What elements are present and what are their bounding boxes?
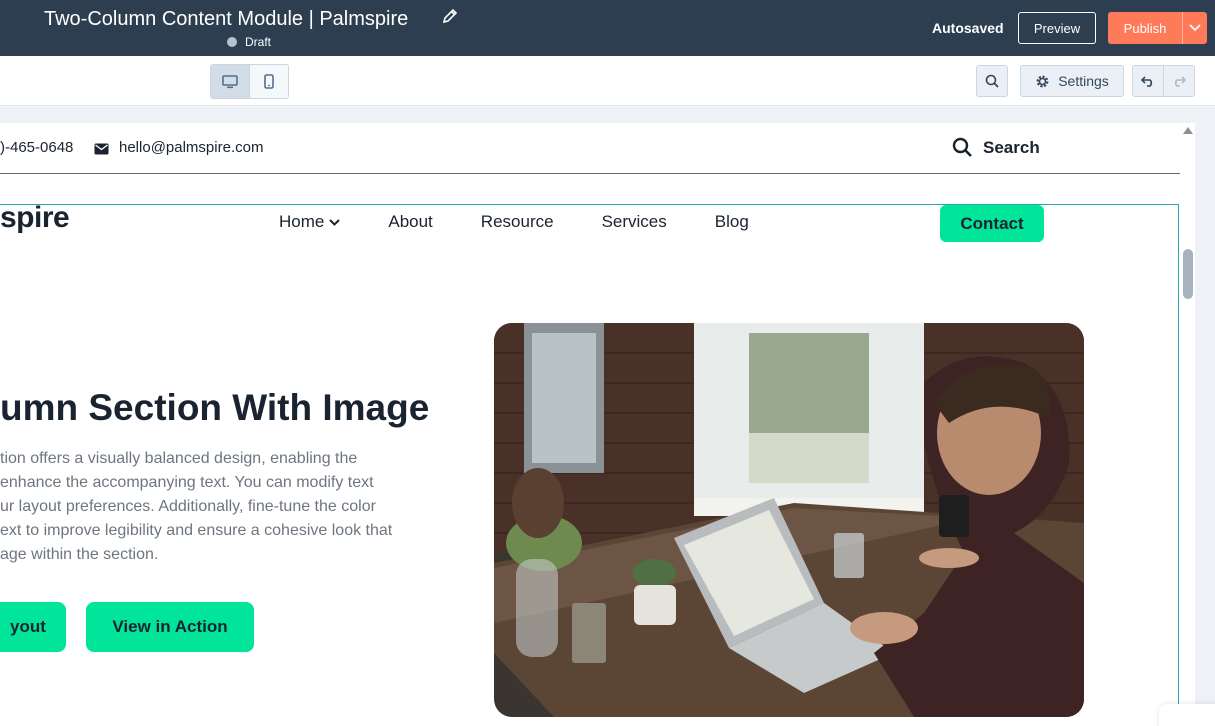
nav-item-label: Home bbox=[279, 212, 325, 231]
email-link[interactable]: hello@palmspire.com bbox=[119, 139, 263, 156]
hero-text-line: enhance the accompanying text. You can m… bbox=[0, 474, 374, 491]
redo-button[interactable] bbox=[1164, 66, 1194, 96]
desktop-view-button[interactable] bbox=[211, 65, 250, 98]
device-toggle bbox=[210, 64, 289, 99]
hero-description: tion offers a visually balanced design, … bbox=[0, 447, 430, 567]
nav-item-about[interactable]: About bbox=[388, 212, 432, 232]
gear-icon bbox=[1036, 75, 1049, 87]
page-preview: )-465-0648 hello@palmspire.com Search sp… bbox=[0, 123, 1195, 726]
editor-canvas: )-465-0648 hello@palmspire.com Search sp… bbox=[0, 107, 1215, 726]
scroll-thumb[interactable] bbox=[1183, 249, 1193, 299]
mobile-icon bbox=[264, 74, 274, 89]
scroll-up-arrow[interactable] bbox=[1183, 127, 1193, 134]
desktop-icon bbox=[222, 74, 238, 88]
redo-icon bbox=[1174, 76, 1186, 87]
contact-bar: )-465-0648 hello@palmspire.com Search bbox=[0, 123, 1180, 174]
chevron-down-icon bbox=[329, 218, 341, 226]
nav-item-services[interactable]: Services bbox=[602, 212, 667, 232]
status-label: Draft bbox=[245, 35, 272, 49]
search-icon bbox=[985, 74, 999, 88]
hero-text-line: age within the section. bbox=[0, 546, 159, 563]
hero-text-line: ext to improve legibility and ensure a c… bbox=[0, 522, 393, 539]
mail-icon bbox=[94, 142, 109, 160]
canvas-scrollbar[interactable] bbox=[1181, 123, 1195, 726]
site-search-label: Search bbox=[983, 137, 1040, 157]
chevron-down-icon bbox=[1189, 24, 1201, 32]
autosave-status: Autosaved bbox=[932, 20, 1004, 36]
view-in-action-button[interactable]: View in Action bbox=[86, 602, 254, 652]
publish-options-button[interactable] bbox=[1182, 12, 1207, 44]
layout-cta-button[interactable]: yout bbox=[0, 602, 66, 652]
undo-icon bbox=[1141, 76, 1153, 87]
nav-item-home[interactable]: Home bbox=[279, 212, 341, 232]
nav-item-blog[interactable]: Blog bbox=[715, 212, 749, 232]
editor-search-button[interactable] bbox=[976, 65, 1008, 97]
pencil-icon[interactable] bbox=[442, 8, 458, 24]
hero-text-line: ur layout preferences. Additionally, fin… bbox=[0, 498, 376, 515]
editor-toolbar: Settings bbox=[0, 56, 1215, 106]
hero-photo bbox=[494, 323, 1084, 717]
mobile-view-button[interactable] bbox=[250, 65, 288, 98]
settings-button[interactable]: Settings bbox=[1020, 65, 1124, 97]
site-search-button[interactable]: Search bbox=[952, 137, 1040, 158]
main-nav: Home About Resource Services Blog bbox=[279, 212, 749, 232]
nav-item-resource[interactable]: Resource bbox=[481, 212, 554, 232]
hero-text-line: tion offers a visually balanced design, … bbox=[0, 450, 358, 467]
corner-panel-tab[interactable] bbox=[1159, 704, 1215, 726]
undo-redo-group bbox=[1132, 65, 1195, 97]
site-logo[interactable]: spire bbox=[0, 201, 70, 235]
settings-label: Settings bbox=[1058, 73, 1109, 89]
contact-button[interactable]: Contact bbox=[940, 205, 1044, 242]
preview-button[interactable]: Preview bbox=[1018, 12, 1096, 44]
draft-status: Draft bbox=[227, 35, 271, 49]
page-title[interactable]: Two-Column Content Module | Palmspire bbox=[44, 8, 408, 31]
undo-button[interactable] bbox=[1133, 66, 1164, 96]
phone-number[interactable]: )-465-0648 bbox=[0, 139, 73, 156]
editor-topbar: Two-Column Content Module | Palmspire Dr… bbox=[0, 0, 1215, 56]
hero-title: umn Section With Image bbox=[0, 387, 430, 428]
status-dot bbox=[227, 37, 237, 47]
publish-button[interactable]: Publish bbox=[1108, 12, 1182, 44]
search-icon bbox=[952, 137, 972, 157]
